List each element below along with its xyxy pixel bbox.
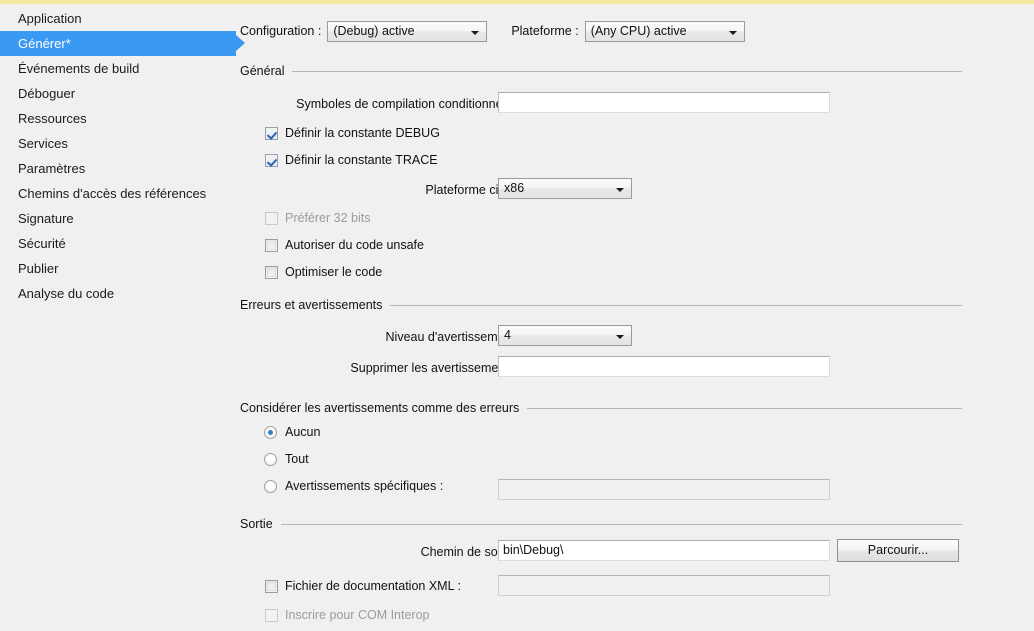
group-rule	[390, 304, 962, 306]
sidebar-item-label: Générer*	[18, 36, 71, 51]
sidebar-item-signature[interactable]: Signature	[0, 206, 232, 231]
define-trace-label: Définir la constante TRACE	[285, 153, 438, 167]
configuration-row: Configuration : (Debug) active Plateform…	[240, 20, 745, 42]
configuration-select-value: (Debug) active	[333, 23, 415, 38]
platform-select[interactable]: (Any CPU) active	[584, 20, 745, 42]
checkbox-icon[interactable]	[265, 153, 278, 167]
radio-label-aucun: Aucun	[285, 425, 321, 439]
checkbox-icon	[265, 608, 278, 622]
xml-doc-checkbox-row[interactable]: Fichier de documentation XML :	[265, 578, 461, 594]
sidebar-item-chemins-acces-references[interactable]: Chemins d'accès des références	[0, 181, 232, 206]
sidebar-item-label: Application	[18, 11, 82, 26]
target-platform-select-value: x86	[504, 181, 525, 195]
warning-level-select-value: 4	[504, 328, 511, 342]
sidebar-item-deboguer[interactable]: Déboguer	[0, 81, 232, 106]
specific-warnings-input[interactable]	[498, 479, 830, 500]
radio-row-specifiques[interactable]: Avertissements spécifiques :	[264, 478, 443, 494]
group-header-general: Général	[240, 64, 962, 78]
configuration-label: Configuration :	[240, 24, 322, 38]
prefer-32bit-label: Préférer 32 bits	[285, 211, 371, 225]
sidebar-item-generer[interactable]: Générer*	[0, 31, 245, 56]
sidebar-item-analyse-du-code[interactable]: Analyse du code	[0, 281, 232, 306]
sidebar-item-publier[interactable]: Publier	[0, 256, 232, 281]
allow-unsafe-label: Autoriser du code unsafe	[285, 238, 424, 252]
target-platform-label: Plateforme cible :	[425, 183, 522, 197]
output-path-input[interactable]: bin\Debug\	[498, 540, 830, 561]
checkbox-icon[interactable]	[265, 579, 278, 593]
sidebar-item-label: Chemins d'accès des références	[18, 186, 207, 201]
define-debug-label: Définir la constante DEBUG	[285, 126, 440, 140]
group-title-general: Général	[240, 64, 285, 78]
define-debug-checkbox-row[interactable]: Définir la constante DEBUG	[265, 125, 440, 141]
checkbox-icon[interactable]	[265, 126, 278, 140]
output-path-label: Chemin de sortie :	[420, 545, 522, 559]
radio-label-specifiques: Avertissements spécifiques :	[285, 479, 444, 493]
radio-label-tout: Tout	[285, 452, 309, 466]
platform-select-value: (Any CPU) active	[590, 23, 687, 38]
group-rule	[292, 70, 962, 72]
sidebar-item-securite[interactable]: Sécurité	[0, 231, 232, 256]
radio-icon[interactable]	[264, 452, 277, 466]
warning-level-select[interactable]: 4	[498, 325, 632, 346]
conditional-symbols-input[interactable]	[498, 92, 830, 113]
prefer-32bit-checkbox-row: Préférer 32 bits	[265, 210, 370, 226]
sidebar-item-evenements-de-build[interactable]: Événements de build	[0, 56, 232, 81]
group-rule	[527, 407, 962, 409]
sidebar-item-label: Services	[18, 136, 68, 151]
define-trace-checkbox-row[interactable]: Définir la constante TRACE	[265, 152, 438, 168]
com-interop-checkbox-row: Inscrire pour COM Interop	[265, 607, 430, 623]
project-properties-window: Application Générer* Événements de build…	[0, 0, 1034, 631]
group-title-output: Sortie	[240, 517, 273, 531]
sidebar: Application Générer* Événements de build…	[0, 6, 245, 631]
sidebar-item-label: Sécurité	[18, 236, 66, 251]
chevron-down-icon	[616, 335, 624, 339]
optimize-code-label: Optimiser le code	[285, 265, 383, 279]
group-rule	[280, 523, 962, 525]
suppress-warnings-label: Supprimer les avertissements :	[350, 361, 522, 375]
sidebar-item-services[interactable]: Services	[0, 131, 232, 156]
sidebar-item-label: Ressources	[18, 111, 87, 126]
browse-button[interactable]: Parcourir...	[837, 539, 959, 562]
main-pane: Configuration : (Debug) active Plateform…	[232, 0, 1034, 631]
group-header-output: Sortie	[240, 517, 962, 531]
chevron-down-icon	[471, 30, 480, 35]
radio-icon[interactable]	[264, 425, 277, 439]
sidebar-item-label: Analyse du code	[18, 286, 115, 301]
platform-label: Plateforme :	[511, 24, 579, 38]
xml-doc-label: Fichier de documentation XML :	[285, 579, 462, 593]
sidebar-item-application[interactable]: Application	[0, 6, 232, 31]
xml-doc-input[interactable]	[498, 575, 830, 596]
group-header-errors: Erreurs et avertissements	[240, 298, 962, 312]
allow-unsafe-checkbox-row[interactable]: Autoriser du code unsafe	[265, 237, 424, 253]
sidebar-item-parametres[interactable]: Paramètres	[0, 156, 232, 181]
group-title-errors: Erreurs et avertissements	[240, 298, 383, 312]
checkbox-icon	[265, 211, 278, 225]
sidebar-item-label: Événements de build	[18, 61, 140, 76]
checkbox-icon[interactable]	[265, 265, 278, 279]
target-platform-select[interactable]: x86	[498, 178, 632, 199]
radio-row-aucun[interactable]: Aucun	[264, 424, 320, 440]
optimize-code-checkbox-row[interactable]: Optimiser le code	[265, 264, 382, 280]
sidebar-item-label: Publier	[18, 261, 59, 276]
com-interop-label: Inscrire pour COM Interop	[285, 608, 430, 622]
group-title-warnings-as-errors: Considérer les avertissements comme des …	[240, 401, 520, 415]
sidebar-item-label: Déboguer	[18, 86, 76, 101]
sidebar-item-label: Signature	[18, 211, 74, 226]
group-header-warnings-as-errors: Considérer les avertissements comme des …	[240, 401, 962, 415]
conditional-symbols-label: Symboles de compilation conditionnelle :	[296, 97, 522, 111]
radio-icon[interactable]	[264, 479, 277, 493]
radio-row-tout[interactable]: Tout	[264, 451, 309, 467]
checkbox-icon[interactable]	[265, 238, 278, 252]
chevron-down-icon	[728, 30, 737, 35]
sidebar-item-ressources[interactable]: Ressources	[0, 106, 232, 131]
warning-level-label: Niveau d'avertissement :	[385, 330, 522, 344]
configuration-select[interactable]: (Debug) active	[327, 20, 488, 42]
chevron-down-icon	[616, 188, 624, 192]
sidebar-item-label: Paramètres	[18, 161, 86, 176]
suppress-warnings-input[interactable]	[498, 356, 830, 377]
